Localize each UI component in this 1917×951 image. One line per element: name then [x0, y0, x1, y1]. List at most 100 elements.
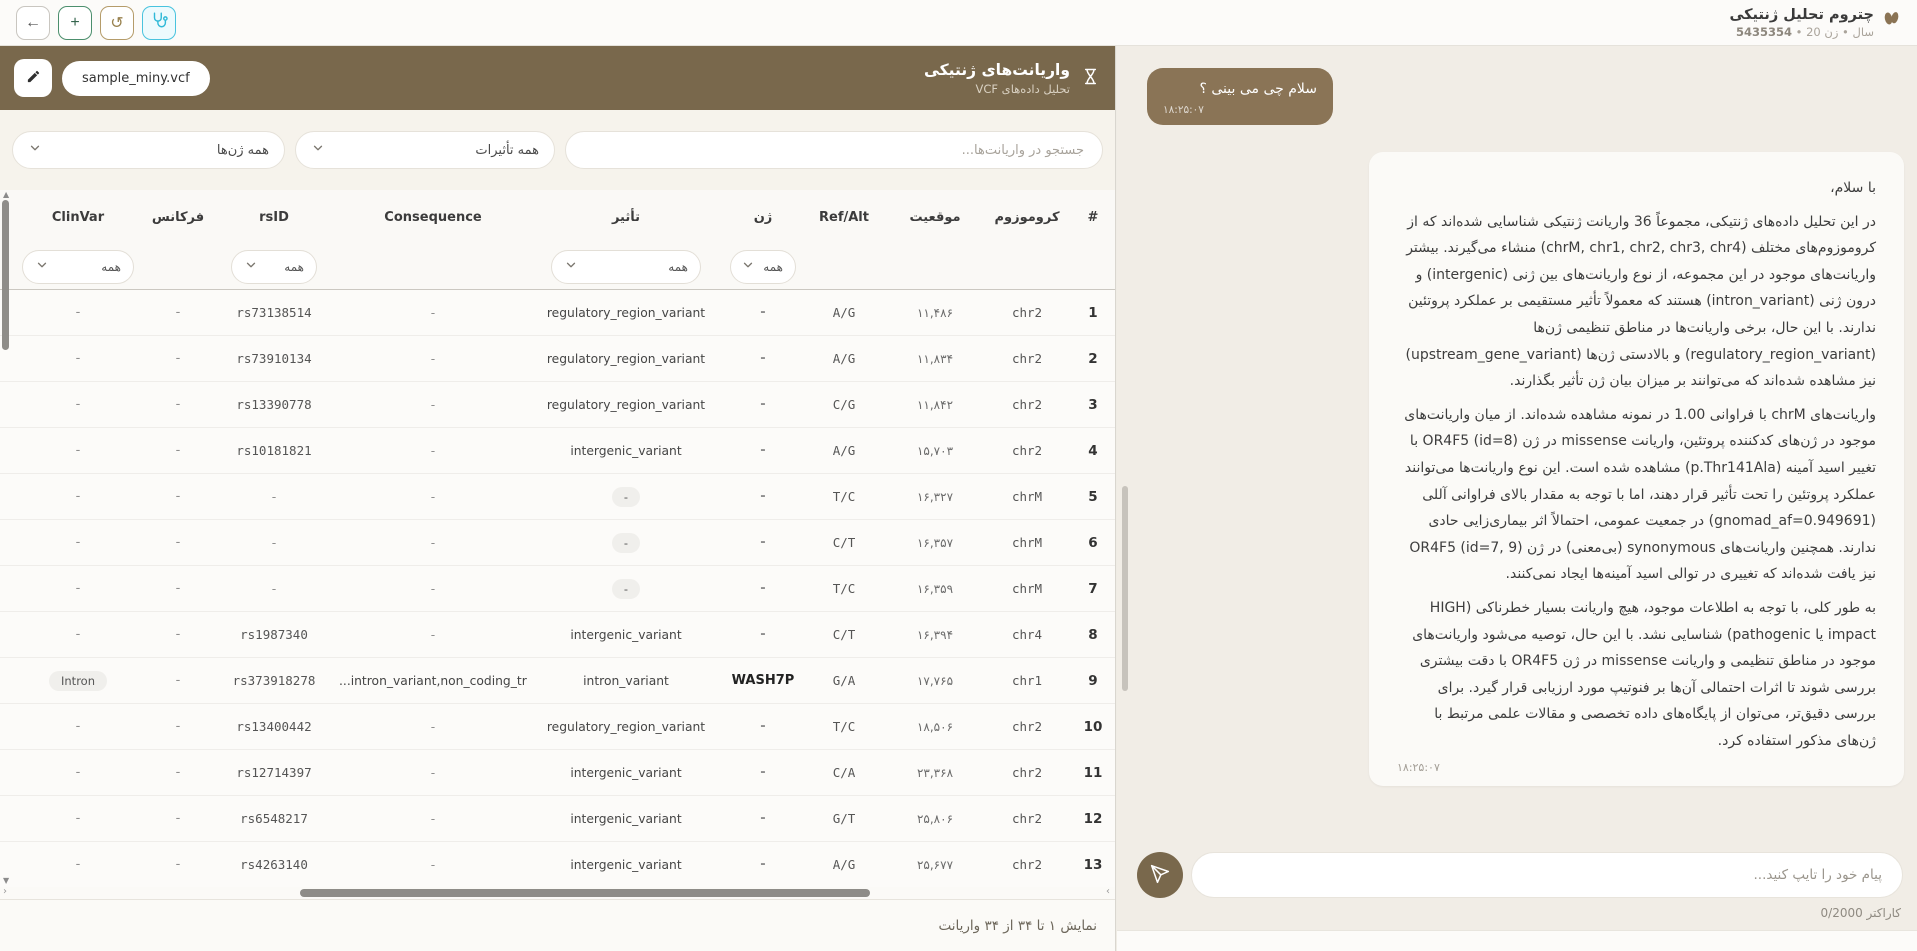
cell-consequence: - [339, 582, 527, 596]
table-row[interactable]: 4chr2۱۵,۷۰۳A/G-intergenic_variant-rs1018… [0, 428, 1115, 474]
column-filter-gene[interactable]: همه [730, 250, 796, 284]
vertical-scrollbar-thumb[interactable] [2, 200, 9, 350]
column-filter-rsid[interactable]: همه [231, 250, 317, 284]
table-row[interactable]: 6chrM۱۶,۳۵۷C/T------ [0, 520, 1115, 566]
cell-rsid: rs1987340 [209, 627, 339, 642]
genes-filter-select[interactable]: همه ژن‌ها [12, 131, 285, 169]
column-header-freq: فرکانس [147, 210, 209, 225]
cell-chrom: chr2 [983, 397, 1071, 412]
cell-pos: ۲۵,۶۷۷ [887, 858, 983, 872]
cell-clinvar: Intron [9, 671, 147, 691]
cell-consequence: - [339, 352, 527, 366]
filter-bar: همه تأثیرات همه ژن‌ها [0, 110, 1115, 190]
cell-chrom: chr2 [983, 811, 1071, 826]
table-row[interactable]: 10chr2۱۸,۵۰۶T/C-regulatory_region_varian… [0, 704, 1115, 750]
impact-filter-select[interactable]: همه تأثیرات [295, 131, 555, 169]
cell-rsid: rs12714397 [209, 765, 339, 780]
back-button[interactable]: ← [16, 6, 50, 40]
search-input[interactable] [565, 131, 1103, 169]
cell-refalt: G/T [801, 811, 887, 826]
cell-pos: ۱۸,۵۰۶ [887, 720, 983, 734]
table-row[interactable]: 3chr2۱۱,۸۴۲C/G-regulatory_region_variant… [0, 382, 1115, 428]
impact-badge: - [612, 533, 640, 553]
horizontal-scrollbar-thumb[interactable] [300, 889, 870, 897]
column-header-chrom: کروموزوم [983, 210, 1071, 225]
cell-consequence: - [339, 858, 527, 872]
cell-freq: - [147, 443, 209, 458]
chat-message-input[interactable] [1191, 852, 1903, 898]
cell-freq: - [147, 765, 209, 780]
cell-freq: - [147, 811, 209, 826]
cell-freq: - [147, 397, 209, 412]
column-filter-label: همه [668, 260, 688, 274]
cell-refalt: C/T [801, 627, 887, 642]
cell-consequence: - [339, 490, 527, 504]
pencil-icon [26, 69, 41, 87]
cell-chrom: chr2 [983, 719, 1071, 734]
table-row[interactable]: 7chrM۱۶,۳۵۹T/C------ [0, 566, 1115, 612]
cell-rsid: rs13390778 [209, 397, 339, 412]
history-button[interactable]: ↺ [100, 6, 134, 40]
cell-num: 7 [1071, 581, 1115, 597]
cell-rsid: rs4263140 [209, 857, 339, 872]
table-footer: نمایش ۱ تا ۳۴ از ۳۴ واریانت [0, 899, 1115, 951]
filter-cell-gene: همه [725, 250, 801, 284]
cell-rsid: - [209, 535, 339, 550]
chevron-down-icon [741, 258, 755, 275]
edit-file-button[interactable] [14, 59, 52, 97]
cell-clinvar: - [9, 811, 147, 826]
user-message-text: سلام چی می بینی ؟ [1163, 81, 1317, 97]
ai-paragraph: با سلام، [1397, 175, 1876, 202]
cell-impact: regulatory_region_variant [527, 720, 725, 734]
table-row[interactable]: 2chr2۱۱,۸۳۴A/G-regulatory_region_variant… [0, 336, 1115, 382]
cell-impact: - [527, 487, 725, 507]
chat-scrollbar-thumb[interactable] [1122, 486, 1128, 691]
cell-impact: - [527, 533, 725, 553]
medical-mode-button[interactable] [142, 6, 176, 40]
cell-chrom: chr2 [983, 351, 1071, 366]
column-filter-impact[interactable]: همه [551, 250, 701, 284]
table-row[interactable]: 8chr4۱۶,۳۹۴C/T-intergenic_variant-rs1987… [0, 612, 1115, 658]
table-row[interactable]: 1chr2۱۱,۴۸۶A/G-regulatory_region_variant… [0, 290, 1115, 336]
cell-freq: - [147, 857, 209, 872]
impact-badge: - [612, 579, 640, 599]
scroll-up-icon[interactable]: ▲ [3, 190, 9, 199]
cell-freq: - [147, 581, 209, 596]
file-name-pill[interactable]: sample_miny.vcf [62, 61, 210, 96]
cell-gene: - [725, 443, 801, 458]
app-logo-icon [1882, 9, 1901, 32]
cell-clinvar: - [9, 305, 147, 320]
cell-freq: - [147, 305, 209, 320]
table-row[interactable]: 12chr2۲۵,۸۰۶G/T-intergenic_variant-rs654… [0, 796, 1115, 842]
cell-gene: - [725, 535, 801, 550]
scroll-down-icon[interactable]: ▼ [3, 876, 9, 885]
column-filter-clinvar[interactable]: همه [22, 250, 134, 284]
panel-subtitle: تحلیل داده‌های VCF [924, 82, 1070, 96]
table-row[interactable]: 13chr2۲۵,۶۷۷A/G-intergenic_variant-rs426… [0, 842, 1115, 887]
panel-header: واریانت‌های ژنتیکی تحلیل داده‌های VCF sa… [0, 46, 1115, 110]
cell-num: 13 [1071, 857, 1115, 873]
send-button[interactable] [1137, 852, 1183, 898]
results-count: نمایش ۱ تا ۳۴ از ۳۴ واریانت [938, 918, 1097, 934]
plus-icon: + [70, 14, 79, 32]
cell-num: 8 [1071, 627, 1115, 643]
cell-gene: - [725, 719, 801, 734]
cell-gene: - [725, 489, 801, 504]
cell-impact: regulatory_region_variant [527, 306, 725, 320]
table-row[interactable]: 5chrM۱۶,۳۲۷T/C------ [0, 474, 1115, 520]
cell-num: 9 [1071, 673, 1115, 689]
cell-rsid: rs73910134 [209, 351, 339, 366]
table-row[interactable]: 9chr1۱۷,۷۶۵G/AWASH7Pintron_variant...int… [0, 658, 1115, 704]
add-button[interactable]: + [58, 6, 92, 40]
chat-panel: سلام چی می بینی ؟ ۱۸:۲۵:۰۷ با سلام،در ای… [1117, 46, 1917, 951]
impact-badge: - [612, 487, 640, 507]
table-row[interactable]: 11chr2۲۳,۳۶۸C/A-intergenic_variant-rs127… [0, 750, 1115, 796]
send-plane-icon [1150, 864, 1170, 887]
patient-meta: 5435354 • 20 سال • زن [1729, 25, 1874, 39]
cell-impact: - [527, 579, 725, 599]
column-header-pos: موقعیت [887, 210, 983, 225]
scroll-right-icon[interactable]: › [1106, 886, 1110, 897]
scroll-left-icon[interactable]: ‹ [3, 886, 7, 897]
variants-panel: ▲ ▼ واریانت‌های ژنتیکی تحلیل داده‌های VC… [0, 46, 1116, 951]
cell-pos: ۱۶,۳۵۹ [887, 582, 983, 596]
